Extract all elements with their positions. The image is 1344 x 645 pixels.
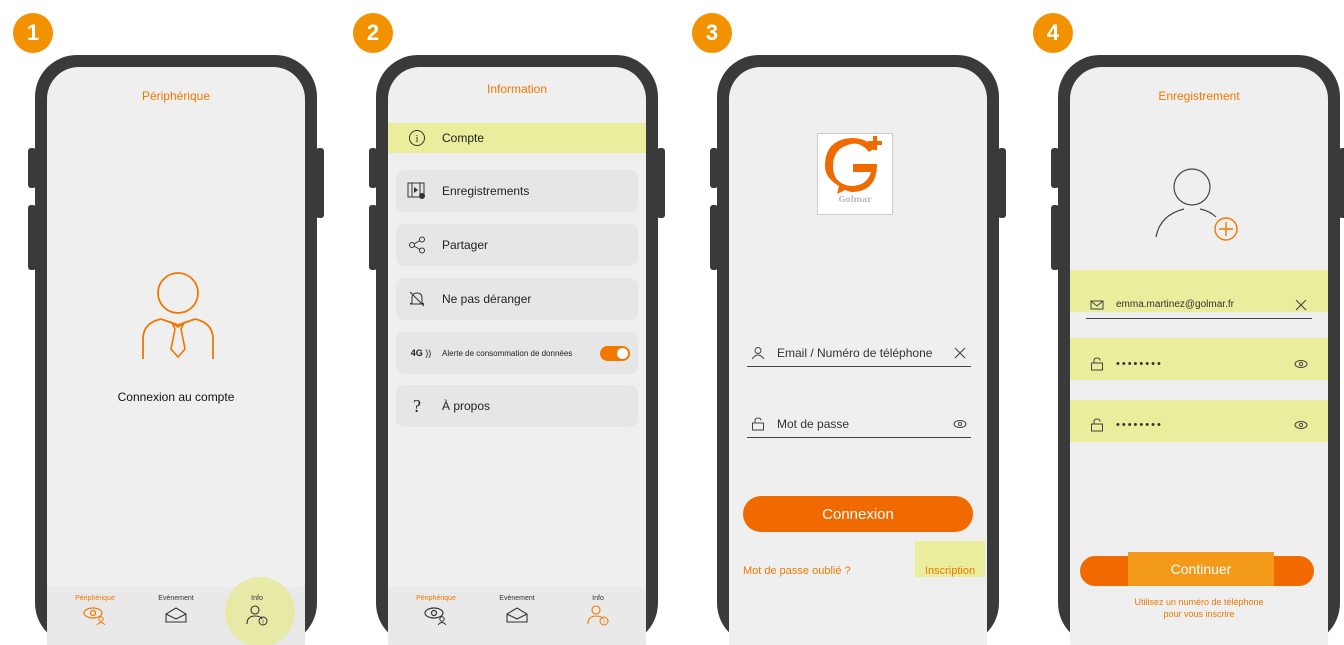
login-account-label[interactable]: Connexion au compte — [47, 390, 305, 404]
envelope-icon — [163, 604, 189, 631]
nav-item-peripherique[interactable]: Périphérique — [406, 587, 466, 645]
envelope-icon — [1086, 300, 1108, 310]
screen-information: Information i Compte Enregistrements Par… — [388, 67, 646, 645]
nav-label: Périphérique — [416, 595, 456, 602]
screen-peripherique: Périphérique Connexion au compte Périphé… — [47, 67, 305, 645]
step-badge-1: 1 — [13, 13, 53, 53]
logo-text: Golmar — [838, 194, 872, 204]
svg-text:i: i — [415, 133, 418, 145]
email-value: emma.martinez@golmar.fr — [1116, 299, 1234, 310]
share-icon — [406, 236, 428, 254]
forgot-password-link[interactable]: Mot de passe oublié ? — [743, 565, 851, 577]
menu-item-partager[interactable]: Partager — [396, 224, 638, 266]
nav-item-evenement[interactable]: Evènement — [487, 587, 547, 645]
menu-item-a-propos[interactable]: ? À propos — [396, 385, 638, 427]
email-field[interactable]: emma.martinez@golmar.fr — [1086, 291, 1312, 319]
lock-icon — [747, 416, 769, 431]
eye-user-icon — [423, 604, 449, 631]
password-field[interactable]: •••••••• — [1086, 350, 1312, 378]
email-phone-field[interactable]: Email / Numéro de téléphone — [747, 339, 971, 367]
nav-item-info[interactable]: Info i — [568, 587, 628, 645]
menu-item-ne-pas-deranger[interactable]: Ne pas déranger — [396, 278, 638, 320]
menu-item-compte[interactable]: i Compte — [388, 123, 646, 153]
menu-item-alerte-donnees[interactable]: 4G )) Alerte de consommation de données — [396, 332, 638, 374]
hint-line-1: Utilisez un numéro de téléphone — [1134, 597, 1264, 607]
password-confirm-value: •••••••• — [1116, 419, 1163, 431]
bottom-nav: Périphérique Evènement Info i — [388, 587, 646, 645]
lock-icon — [1086, 418, 1108, 432]
add-user-icon — [1154, 165, 1254, 250]
nav-label: Evènement — [499, 595, 535, 602]
email-phone-placeholder: Email / Numéro de téléphone — [777, 345, 933, 360]
signup-link[interactable]: Inscription — [915, 565, 985, 577]
envelope-icon — [504, 604, 530, 631]
golmar-logo: Golmar — [817, 133, 893, 215]
nav-label: Info — [251, 595, 263, 602]
recordings-icon — [406, 182, 428, 200]
menu-item-label: À propos — [442, 399, 491, 413]
screen-login: Golmar Email / Numéro de téléphone Mot d… — [729, 67, 987, 645]
password-confirm-field[interactable]: •••••••• — [1086, 411, 1312, 439]
golmar-g-plus-icon — [825, 136, 882, 194]
clear-icon[interactable] — [1290, 299, 1312, 311]
phone-frame-4: Enregistrement emma.martinez@golmar.fr •… — [1051, 55, 1344, 645]
menu-item-label: Alerte de consommation de données — [442, 348, 573, 358]
password-placeholder: Mot de passe — [777, 416, 850, 431]
svg-text:i: i — [262, 620, 263, 626]
nav-item-evenement[interactable]: Evènement — [146, 587, 206, 645]
screen-title: Périphérique — [141, 89, 211, 103]
menu-item-enregistrements[interactable]: Enregistrements — [396, 170, 638, 212]
step-badge-2: 2 — [353, 13, 393, 53]
menu-item-label: Compte — [442, 131, 485, 145]
nav-label: Info — [592, 595, 604, 602]
continue-button[interactable]: Continuer — [1128, 552, 1274, 586]
eye-icon[interactable] — [949, 419, 971, 429]
4g-label: 4G — [410, 348, 423, 358]
step-badge-3: 3 — [692, 13, 732, 53]
menu-item-label: Ne pas déranger — [442, 292, 532, 306]
hint-line-2: pour vous inscrire — [1163, 609, 1235, 619]
lock-icon — [1086, 357, 1108, 371]
menu-item-label: Enregistrements — [442, 184, 530, 198]
bell-off-icon — [406, 290, 428, 308]
user-avatar-icon — [139, 267, 217, 368]
phone-frame-2: Information i Compte Enregistrements Par… — [369, 55, 665, 645]
nav-item-peripherique[interactable]: Périphérique — [65, 587, 125, 645]
login-button[interactable]: Connexion — [743, 496, 973, 532]
4g-signal-icon: 4G )) — [410, 348, 432, 358]
eye-icon[interactable] — [1290, 359, 1312, 369]
step-badge-4: 4 — [1033, 13, 1073, 53]
question-icon: ? — [413, 395, 421, 416]
eye-icon[interactable] — [1290, 420, 1312, 430]
svg-text:i: i — [603, 620, 604, 626]
user-icon — [747, 346, 769, 360]
menu-item-label: Partager — [442, 238, 489, 252]
info-circle-icon: i — [406, 129, 428, 147]
user-info-icon: i — [244, 604, 270, 631]
screen-title: Enregistrement — [1158, 89, 1240, 103]
nav-label: Périphérique — [75, 595, 115, 602]
bottom-nav: Périphérique Evènement Info i — [47, 577, 305, 645]
nav-item-info[interactable]: Info i — [225, 577, 295, 645]
nav-label: Evènement — [158, 595, 194, 602]
data-alert-toggle[interactable] — [600, 345, 630, 361]
phone-frame-1: Périphérique Connexion au compte Périphé… — [28, 55, 324, 645]
clear-icon[interactable] — [949, 347, 971, 359]
screen-title: Information — [486, 82, 548, 96]
user-info-icon: i — [585, 604, 611, 631]
screen-registration: Enregistrement emma.martinez@golmar.fr •… — [1070, 67, 1328, 645]
password-field[interactable]: Mot de passe — [747, 410, 971, 438]
password-value: •••••••• — [1116, 358, 1163, 370]
phone-frame-3: Golmar Email / Numéro de téléphone Mot d… — [710, 55, 1006, 645]
eye-user-icon — [82, 604, 108, 631]
